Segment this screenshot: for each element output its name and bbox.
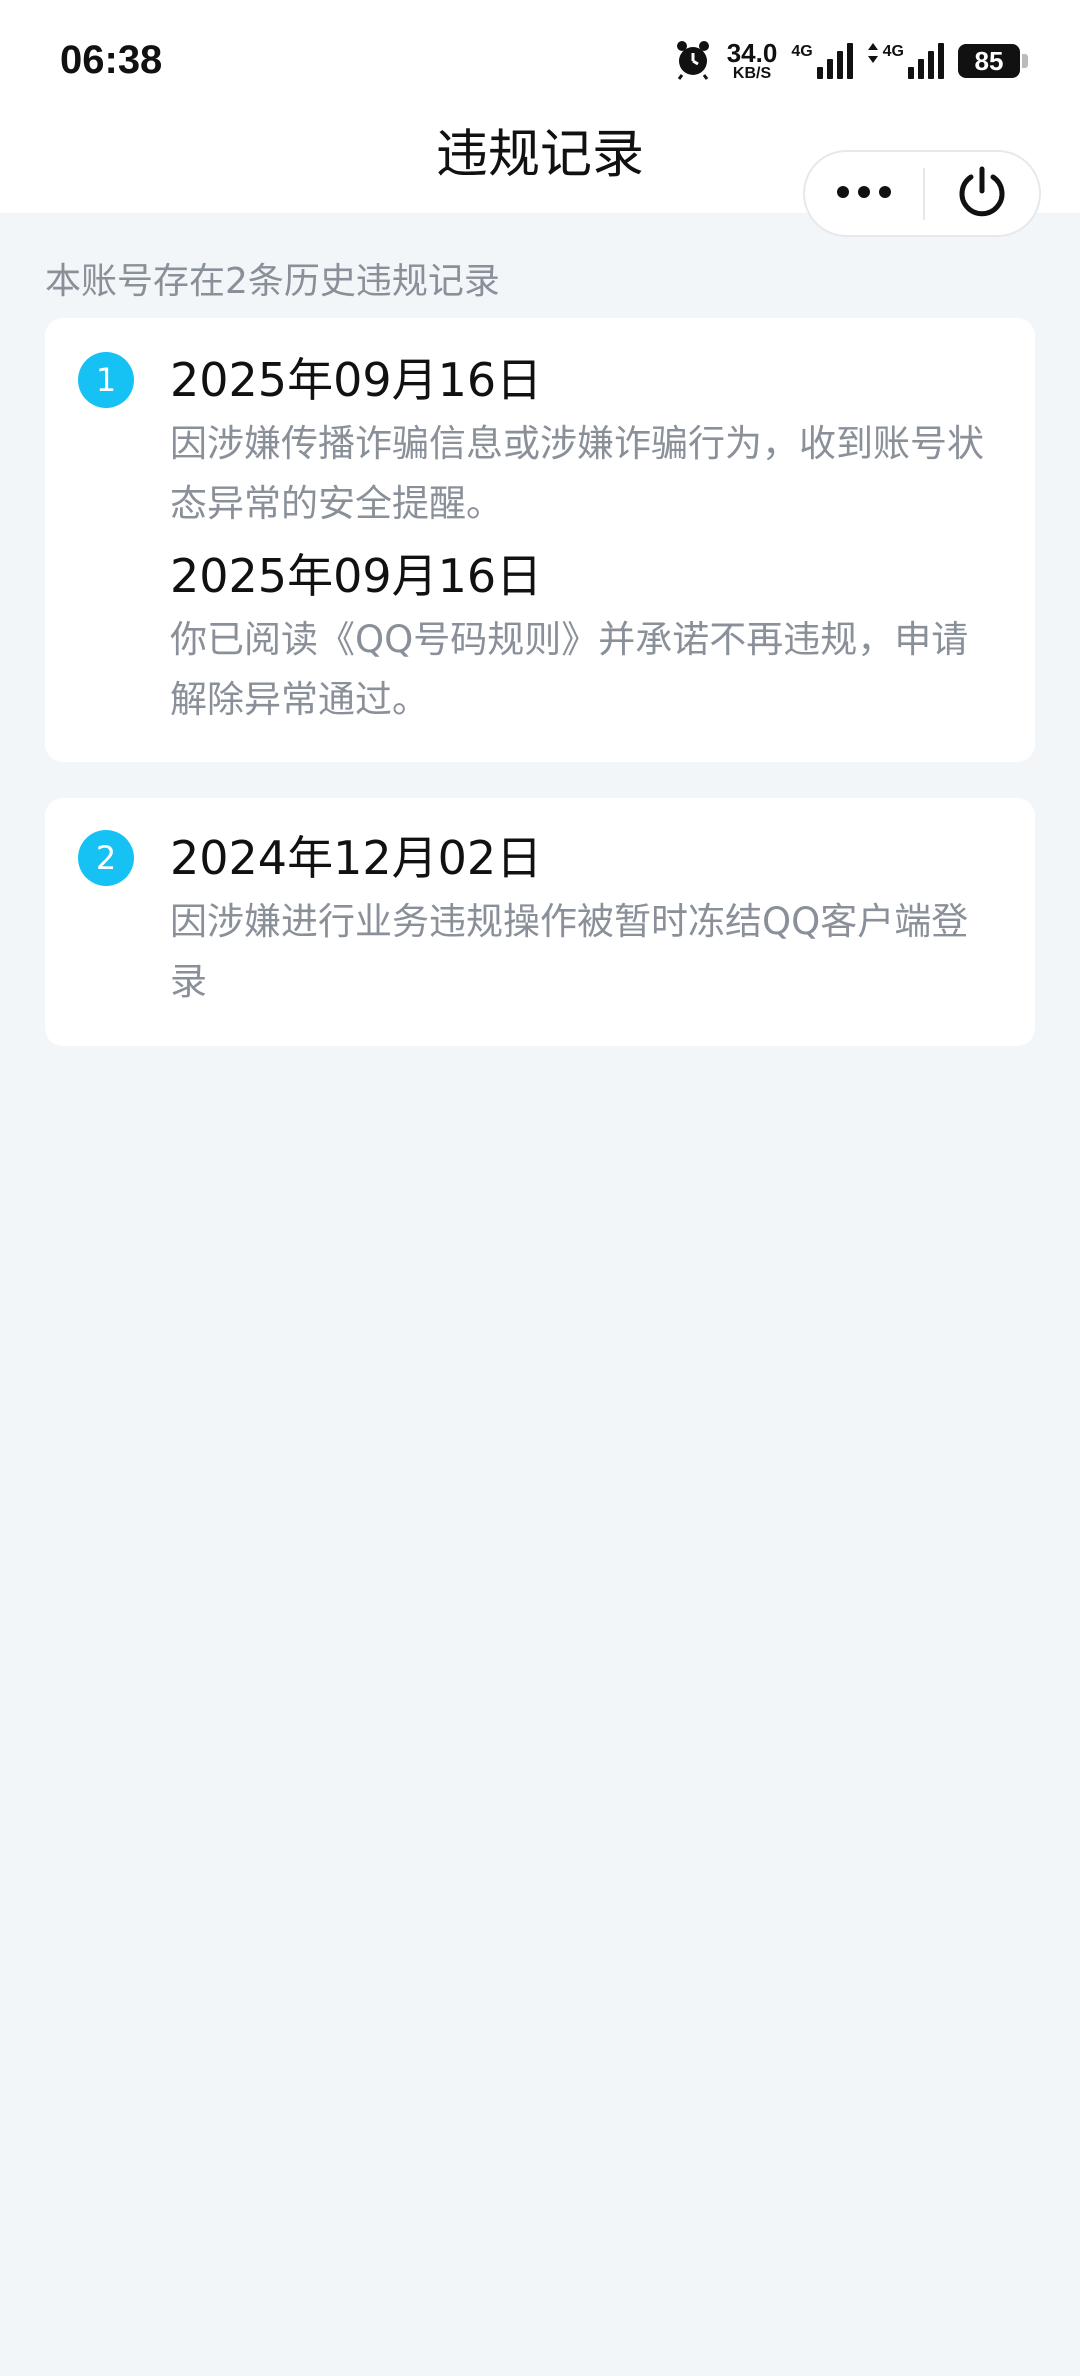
status-bar: 06:38 34.0 KB/S 4G 4G 85 <box>0 0 1080 120</box>
alarm-clock-icon <box>673 38 713 84</box>
record-index-badge: 2 <box>78 830 134 886</box>
network-type-label: 4G <box>791 43 813 60</box>
battery-level: 85 <box>974 45 1004 76</box>
signal-1: 4G <box>791 43 853 79</box>
record-description: 你已阅读《QQ号码规则》并承诺不再违规，申请解除异常通过。 <box>170 618 969 721</box>
network-speed: 34.0 KB/S <box>727 40 778 82</box>
record-date: 2025年09月16日 <box>170 353 543 407</box>
network-speed-value: 34.0 <box>726 38 778 68</box>
record-description: 因涉嫌传播诈骗信息或涉嫌诈骗行为，收到账号状态异常的安全提醒。 <box>170 422 984 525</box>
more-dots-icon <box>836 184 892 203</box>
record-date: 2024年12月02日 <box>170 831 543 885</box>
network-type-label: 4G <box>882 43 904 60</box>
power-icon <box>955 165 1009 223</box>
status-icons: 34.0 KB/S 4G 4G 85 <box>673 36 1028 86</box>
record-index-badge: 1 <box>78 352 134 408</box>
signal-2: 4G <box>867 43 944 79</box>
violation-summary: 本账号存在2条历史违规记录 <box>45 261 500 302</box>
close-button[interactable] <box>925 152 1039 235</box>
mini-program-capsule <box>803 150 1041 237</box>
record-date: 2025年09月16日 <box>170 549 543 603</box>
violation-record-card: 2 2024年12月02日 因涉嫌进行业务违规操作被暂时冻结QQ客户端登录 <box>45 798 1035 1046</box>
signal-bars-icon <box>816 43 853 79</box>
network-speed-unit: KB/S <box>732 65 772 82</box>
data-arrows-icon <box>867 43 879 67</box>
status-time: 06:38 <box>60 38 163 82</box>
violation-record-card: 1 2025年09月16日 因涉嫌传播诈骗信息或涉嫌诈骗行为，收到账号状态异常的… <box>45 318 1035 762</box>
signal-bars-icon <box>908 43 944 79</box>
battery-icon: 85 <box>958 44 1028 78</box>
record-description: 因涉嫌进行业务违规操作被暂时冻结QQ客户端登录 <box>170 900 969 1003</box>
more-button[interactable] <box>805 152 923 235</box>
